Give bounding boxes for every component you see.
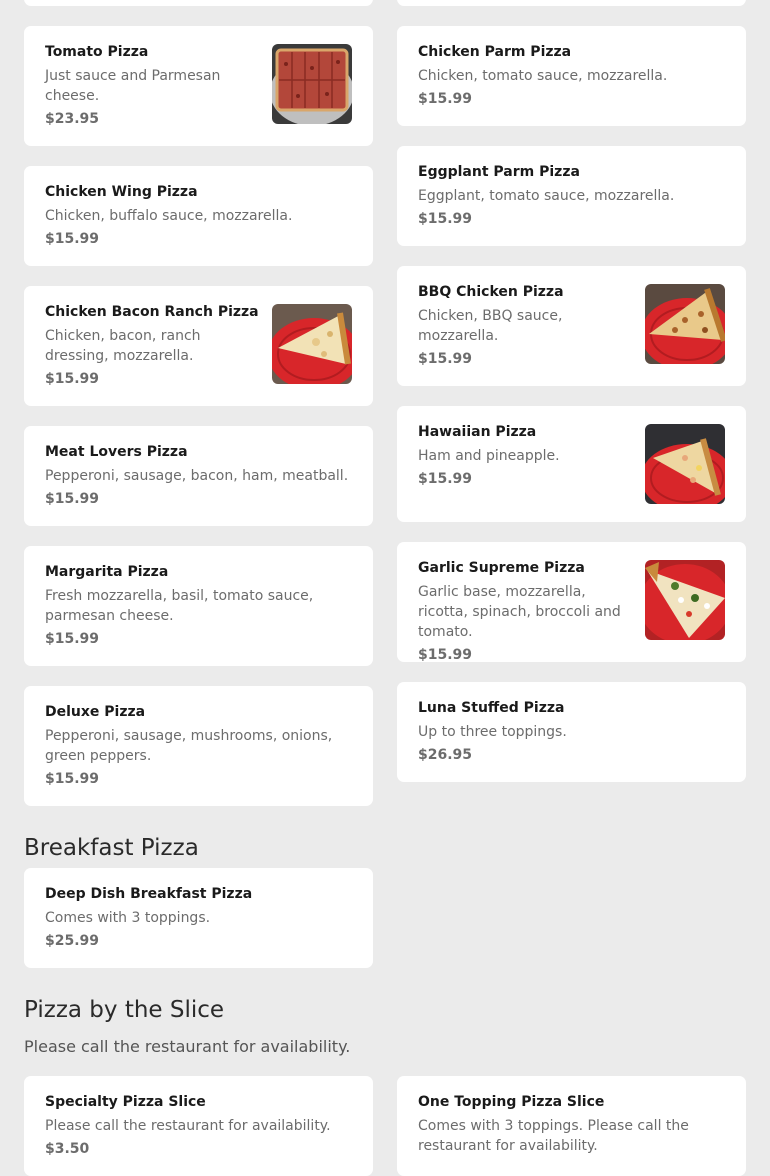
item-description: Fresh mozzarella, basil, tomato sauce, p… — [45, 588, 314, 624]
item-price: $26.95 — [418, 747, 473, 763]
pizza-slice-photo — [645, 424, 725, 504]
item-price: $15.99 — [45, 231, 100, 247]
menu-item-card-partial[interactable] — [397, 0, 746, 6]
item-title: Chicken Bacon Ranch Pizza — [45, 304, 259, 320]
menu-item-one-topping-pizza-slice[interactable]: One Topping Pizza Slice Comes with 3 top… — [397, 1076, 746, 1176]
menu-item-eggplant-parm-pizza[interactable]: Eggplant Parm Pizza Eggplant, tomato sau… — [397, 146, 746, 246]
pizza-slice-photo — [272, 304, 352, 384]
item-title: BBQ Chicken Pizza — [418, 284, 564, 300]
item-title: Eggplant Parm Pizza — [418, 164, 580, 180]
tomato-pizza-photo — [272, 44, 352, 124]
item-description: Chicken, BBQ sauce, mozzarella. — [418, 308, 563, 344]
item-title: Chicken Parm Pizza — [418, 44, 572, 60]
section-heading-breakfast: Breakfast Pizza — [24, 835, 199, 861]
item-price: $15.99 — [45, 771, 100, 787]
item-description: Pepperoni, sausage, bacon, ham, meatball… — [45, 468, 349, 484]
item-title: Hawaiian Pizza — [418, 424, 537, 440]
item-description: Chicken, bacon, ranch dressing, mozzarel… — [45, 328, 201, 364]
menu-item-meat-lovers-pizza[interactable]: Meat Lovers Pizza Pepperoni, sausage, ba… — [24, 426, 373, 526]
item-description: Garlic base, mozzarella, ricotta, spinac… — [418, 584, 621, 640]
section-heading-slice: Pizza by the Slice — [24, 997, 225, 1023]
item-description: Pepperoni, sausage, mushrooms, onions, g… — [45, 728, 333, 764]
item-title: Garlic Supreme Pizza — [418, 560, 585, 576]
item-price: $15.99 — [418, 351, 473, 367]
item-description: Comes with 3 toppings. Please call the r… — [418, 1118, 689, 1154]
item-title: Meat Lovers Pizza — [45, 444, 188, 460]
menu-item-tomato-pizza[interactable]: Tomato Pizza Just sauce and Parmesan che… — [24, 26, 373, 146]
item-title: One Topping Pizza Slice — [418, 1094, 605, 1110]
menu-item-luna-stuffed-pizza[interactable]: Luna Stuffed Pizza Up to three toppings.… — [397, 682, 746, 782]
item-title: Tomato Pizza — [45, 44, 149, 60]
item-title: Specialty Pizza Slice — [45, 1094, 206, 1110]
item-description: Chicken, buffalo sauce, mozzarella. — [45, 208, 293, 224]
menu-item-chicken-wing-pizza[interactable]: Chicken Wing Pizza Chicken, buffalo sauc… — [24, 166, 373, 266]
menu-item-garlic-supreme-pizza[interactable]: Garlic Supreme Pizza Garlic base, mozzar… — [397, 542, 746, 662]
item-title: Deluxe Pizza — [45, 704, 146, 720]
item-description: Chicken, tomato sauce, mozzarella. — [418, 68, 668, 84]
item-title: Margarita Pizza — [45, 564, 169, 580]
item-price: $15.99 — [418, 647, 473, 662]
item-title: Deep Dish Breakfast Pizza — [45, 886, 253, 902]
item-title: Luna Stuffed Pizza — [418, 700, 565, 716]
menu-item-chicken-parm-pizza[interactable]: Chicken Parm Pizza Chicken, tomato sauce… — [397, 26, 746, 126]
item-price: $25.99 — [45, 933, 100, 949]
item-price: $15.99 — [45, 371, 100, 387]
item-price: $23.95 — [45, 111, 100, 127]
menu-item-card-partial[interactable] — [24, 0, 373, 6]
item-price: $15.99 — [45, 631, 100, 647]
item-price: $15.99 — [45, 491, 100, 507]
menu-item-chicken-bacon-ranch-pizza[interactable]: Chicken Bacon Ranch Pizza Chicken, bacon… — [24, 286, 373, 406]
item-description: Ham and pineapple. — [418, 448, 560, 464]
item-description: Comes with 3 toppings. — [45, 910, 211, 926]
item-description: Just sauce and Parmesan cheese. — [45, 68, 221, 104]
item-description: Up to three toppings. — [418, 724, 567, 740]
item-price: $15.99 — [418, 91, 473, 107]
menu-item-specialty-pizza-slice[interactable]: Specialty Pizza Slice Please call the re… — [24, 1076, 373, 1176]
section-subheading-slice: Please call the restaurant for availabil… — [24, 1037, 351, 1056]
pizza-slice-photo — [645, 560, 725, 640]
item-description: Please call the restaurant for availabil… — [45, 1118, 331, 1134]
menu-item-hawaiian-pizza[interactable]: Hawaiian Pizza Ham and pineapple. $15.99 — [397, 406, 746, 522]
item-price: $15.99 — [418, 211, 473, 227]
menu-item-deluxe-pizza[interactable]: Deluxe Pizza Pepperoni, sausage, mushroo… — [24, 686, 373, 806]
item-description: Eggplant, tomato sauce, mozzarella. — [418, 188, 675, 204]
menu-item-deep-dish-breakfast-pizza[interactable]: Deep Dish Breakfast Pizza Comes with 3 t… — [24, 868, 373, 968]
menu-item-bbq-chicken-pizza[interactable]: BBQ Chicken Pizza Chicken, BBQ sauce, mo… — [397, 266, 746, 386]
menu-item-margarita-pizza[interactable]: Margarita Pizza Fresh mozzarella, basil,… — [24, 546, 373, 666]
item-price: $3.50 — [45, 1141, 90, 1157]
item-price: $15.99 — [418, 471, 473, 487]
pizza-slice-photo — [645, 284, 725, 364]
item-title: Chicken Wing Pizza — [45, 184, 198, 200]
